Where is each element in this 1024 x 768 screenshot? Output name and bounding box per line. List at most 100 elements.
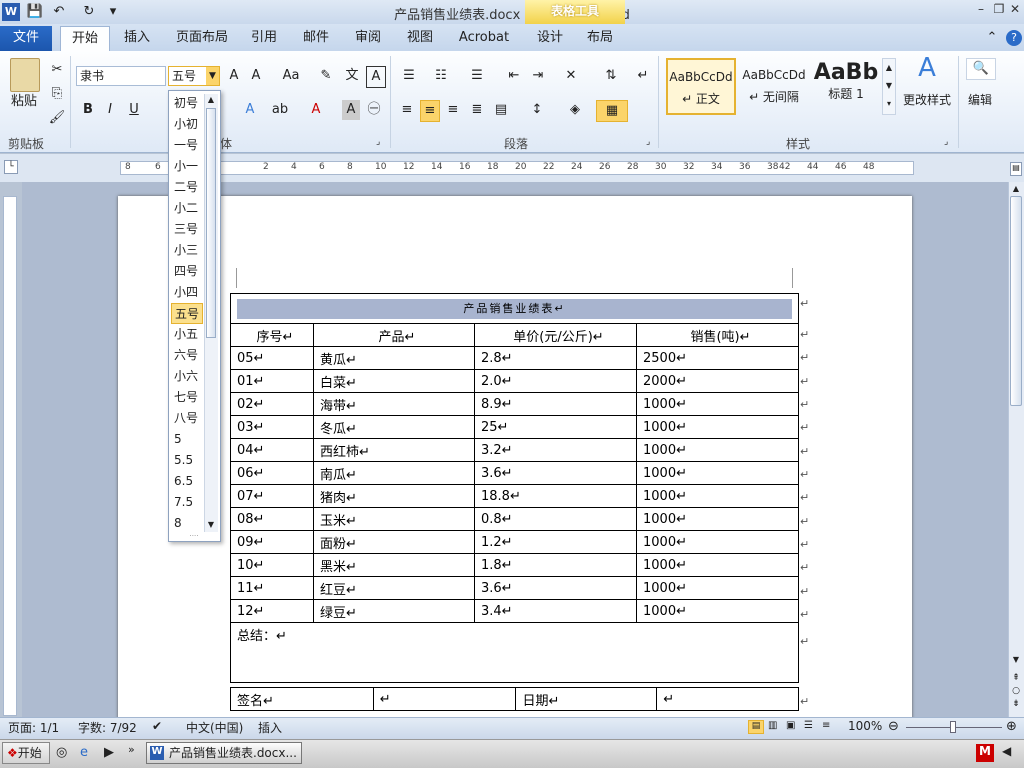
resize-grip-icon[interactable]: ···· xyxy=(172,533,216,540)
font-size-option[interactable]: 7.5 xyxy=(171,492,203,513)
tab-insert[interactable]: 插入 xyxy=(116,26,158,51)
table-cell[interactable]: 1000↵ xyxy=(636,392,799,416)
language-status[interactable]: 中文(中国) xyxy=(186,719,243,736)
table-cell[interactable]: 猪肉↵ xyxy=(313,484,475,508)
paste-icon[interactable] xyxy=(10,58,40,92)
tray-app-icon[interactable]: M xyxy=(976,744,994,762)
table-cell[interactable]: 2.8↵ xyxy=(474,346,637,370)
table-cell[interactable]: 2000↵ xyxy=(636,369,799,393)
font-size-option[interactable]: 五号 xyxy=(171,303,203,324)
table-header-cell[interactable]: 产品↵ xyxy=(313,323,475,347)
table-cell[interactable]: 3.6↵ xyxy=(474,576,637,600)
table-cell[interactable]: 1000↵ xyxy=(636,576,799,600)
font-size-option[interactable]: 三号 xyxy=(171,219,203,240)
signature-table[interactable]: 签名↵ ↵ 日期↵ ↵ xyxy=(230,687,799,711)
editing-button[interactable]: 编辑 xyxy=(962,90,998,110)
clear-format-icon[interactable]: ✎ xyxy=(316,66,336,86)
font-size-option[interactable]: 初号 xyxy=(171,93,203,114)
table-cell[interactable]: 海带↵ xyxy=(313,392,475,416)
sign-label-cell[interactable]: 签名↵ xyxy=(230,687,374,711)
justify-icon[interactable]: ≣ xyxy=(468,100,486,120)
table-cell[interactable]: 11↵ xyxy=(230,576,314,600)
font-size-option[interactable]: 六号 xyxy=(171,345,203,366)
scroll-down-icon[interactable]: ▼ xyxy=(205,520,217,530)
char-shading-icon[interactable]: A xyxy=(342,100,360,120)
table-cell[interactable]: 1000↵ xyxy=(636,461,799,485)
grow-font-icon[interactable]: A xyxy=(224,66,244,86)
page-count[interactable]: 页面: 1/1 xyxy=(8,719,59,736)
increase-indent-icon[interactable]: ⇥ xyxy=(528,66,548,86)
table-row[interactable]: 01↵ 白菜↵ 2.0↵ 2000↵ xyxy=(230,369,799,393)
multilevel-list-icon[interactable]: ☰ xyxy=(466,66,488,86)
table-cell[interactable]: 西红柿↵ xyxy=(313,438,475,462)
numbering-icon[interactable]: ☷ xyxy=(430,66,452,86)
vertical-ruler[interactable] xyxy=(3,196,17,716)
table-row[interactable]: 11↵ 红豆↵ 3.6↵ 1000↵ xyxy=(230,576,799,600)
dropdown-scroll-thumb[interactable] xyxy=(206,108,216,338)
styles-scroll-icon[interactable]: ▲ ▼ ▾ xyxy=(882,58,896,115)
table-cell[interactable]: 3.2↵ xyxy=(474,438,637,462)
tab-layout[interactable]: 布局 xyxy=(580,26,620,51)
font-size-option[interactable]: 小三 xyxy=(171,240,203,261)
change-styles-button[interactable]: 更改样式 xyxy=(900,90,954,110)
scroll-up-icon[interactable]: ▲ xyxy=(1010,184,1022,194)
insert-mode-status[interactable]: 插入 xyxy=(258,719,282,736)
table-cell[interactable]: 1000↵ xyxy=(636,415,799,439)
bold-button[interactable]: B xyxy=(80,100,96,120)
tab-page-layout[interactable]: 页面布局 xyxy=(170,26,234,51)
table-cell[interactable]: 03↵ xyxy=(230,415,314,439)
collapse-ribbon-icon[interactable]: ⌃ xyxy=(984,26,1000,51)
table-cell[interactable]: 黑米↵ xyxy=(313,553,475,577)
sign-value-cell[interactable]: ↵ xyxy=(372,687,517,711)
date-value-cell[interactable]: ↵ xyxy=(656,687,799,711)
outline-icon[interactable]: ☰ xyxy=(804,720,813,731)
line-spacing-icon[interactable]: ↕ xyxy=(526,100,548,120)
scrollbar-thumb[interactable] xyxy=(1010,196,1022,406)
ie-icon[interactable]: e xyxy=(80,745,88,760)
table-cell[interactable]: 白菜↵ xyxy=(313,369,475,393)
web-layout-icon[interactable]: ▣ xyxy=(786,720,795,731)
zoom-in-icon[interactable]: ⊕ xyxy=(1006,719,1017,734)
shrink-font-icon[interactable]: A xyxy=(246,66,266,86)
table-cell[interactable]: 02↵ xyxy=(230,392,314,416)
tab-mailings[interactable]: 邮件 xyxy=(296,26,336,51)
date-label-cell[interactable]: 日期↵ xyxy=(515,687,658,711)
table-cell[interactable]: 25↵ xyxy=(474,415,637,439)
chevron-down-icon[interactable]: ▼ xyxy=(206,67,219,85)
shading-icon[interactable]: ◈ xyxy=(564,100,586,120)
font-name-combo[interactable]: 隶书 xyxy=(76,66,166,86)
paste-button[interactable]: 粘贴 xyxy=(6,92,42,112)
table-row[interactable]: 07↵ 猪肉↵ 18.8↵ 1000↵ xyxy=(230,484,799,508)
font-size-option[interactable]: 5.5 xyxy=(171,450,203,471)
highlight-icon[interactable]: ab xyxy=(270,100,290,120)
text-effects-icon[interactable]: A xyxy=(240,100,260,120)
tab-acrobat[interactable]: Acrobat xyxy=(452,26,516,51)
table-cell[interactable]: 南瓜↵ xyxy=(313,461,475,485)
table-cell[interactable]: 绿豆↵ xyxy=(313,599,475,623)
table-cell[interactable]: 面粉↵ xyxy=(313,530,475,554)
sort-icon[interactable]: ⇅ xyxy=(600,66,622,86)
char-border-icon[interactable]: A xyxy=(366,66,386,88)
table-cell[interactable]: 05↵ xyxy=(230,346,314,370)
table-row[interactable]: 02↵ 海带↵ 8.9↵ 1000↵ xyxy=(230,392,799,416)
borders-icon[interactable]: ▦ xyxy=(596,100,628,122)
distributed-icon[interactable]: ▤ xyxy=(492,100,510,120)
tab-design[interactable]: 设计 xyxy=(530,26,570,51)
table-cell[interactable]: 07↵ xyxy=(230,484,314,508)
table-cell[interactable]: 黄瓜↵ xyxy=(313,346,475,370)
decrease-indent-icon[interactable]: ⇤ xyxy=(504,66,524,86)
copy-icon[interactable]: ⎘ xyxy=(48,84,66,104)
table-cell[interactable]: 1000↵ xyxy=(636,438,799,462)
table-row[interactable]: 04↵ 西红柿↵ 3.2↵ 1000↵ xyxy=(230,438,799,462)
scroll-down-icon[interactable]: ▼ xyxy=(1010,655,1022,665)
tab-view[interactable]: 视图 xyxy=(400,26,440,51)
table-header-row[interactable]: 序号↵ 产品↵ 单价(元/公斤)↵ 销售(吨)↵ xyxy=(230,323,799,347)
table-row[interactable]: 06↵ 南瓜↵ 3.6↵ 1000↵ xyxy=(230,461,799,485)
tray-expand-icon[interactable]: ◀ xyxy=(1002,744,1011,758)
font-size-option[interactable]: 小初 xyxy=(171,114,203,135)
table-row[interactable]: 05↵ 黄瓜↵ 2.8↵ 2500↵ xyxy=(230,346,799,370)
table-cell[interactable]: 3.4↵ xyxy=(474,599,637,623)
table-row[interactable]: 12↵ 绿豆↵ 3.4↵ 1000↵ xyxy=(230,599,799,623)
font-size-option[interactable]: 5 xyxy=(171,429,203,450)
font-size-option[interactable]: 小六 xyxy=(171,366,203,387)
